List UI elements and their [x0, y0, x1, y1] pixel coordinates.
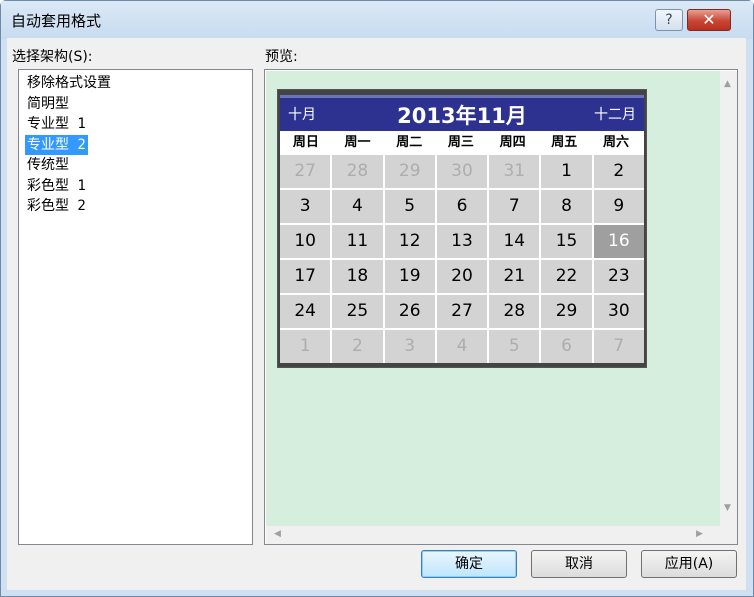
calendar-day[interactable]: 28	[489, 295, 540, 328]
close-icon: ✕	[702, 10, 716, 29]
framework-label: 选择架构(S):	[12, 49, 93, 65]
calendar-day[interactable]: 31	[489, 155, 540, 188]
calendar-day-today[interactable]: 16	[593, 225, 644, 258]
list-item[interactable]: 移除格式设置	[25, 73, 113, 94]
calendar-day[interactable]: 2	[332, 330, 383, 363]
calendar-day[interactable]: 17	[280, 260, 331, 293]
weekday-header: 周日 周一 周二 周三 周四 周五 周六	[280, 131, 644, 154]
weekday-label: 周二	[396, 135, 423, 150]
calendar-day[interactable]: 15	[541, 225, 592, 258]
help-button[interactable]: ?	[655, 9, 683, 31]
list-item[interactable]: 传统型	[25, 155, 71, 176]
calendar-day[interactable]: 12	[384, 225, 435, 258]
title-bar: 自动套用格式 ? ✕	[1, 1, 753, 39]
calendar-day[interactable]: 27	[436, 295, 488, 328]
calendar-day[interactable]: 10	[280, 225, 331, 258]
calendar-day[interactable]: 3	[280, 190, 331, 223]
calendar-day[interactable]: 25	[332, 295, 383, 328]
calendar-day[interactable]: 4	[436, 330, 488, 363]
weekday-label: 周三	[447, 135, 474, 150]
dialog-title: 自动套用格式	[11, 12, 102, 30]
calendar-day[interactable]: 1	[280, 330, 331, 363]
list-item[interactable]: 专业型 1	[25, 114, 88, 135]
calendar-day[interactable]: 30	[436, 155, 488, 188]
calendar-day[interactable]: 6	[436, 190, 488, 223]
ok-button[interactable]: 确定	[421, 550, 517, 578]
calendar-day[interactable]: 24	[280, 295, 331, 328]
calendar-title: 2013年11月	[397, 104, 527, 128]
horizontal-scrollbar[interactable]: ◀ ▶	[266, 526, 720, 544]
preview-label: 预览:	[265, 49, 298, 65]
scroll-corner	[720, 526, 737, 544]
day-grid: 27 28 29 30 31 1 2 3 4 5 6 7 8 9 10 11 12 13 14 15 16 17 18 19 2…	[280, 154, 644, 363]
list-item[interactable]: 彩色型 1	[25, 176, 88, 197]
calendar-day[interactable]: 13	[436, 225, 488, 258]
calendar-day[interactable]: 9	[593, 190, 644, 223]
list-item[interactable]: 简明型	[25, 94, 71, 115]
weekday-label: 周六	[602, 135, 629, 150]
vertical-scrollbar[interactable]: ▲ ▼	[720, 71, 737, 526]
list-item-selected[interactable]: 专业型 2	[25, 134, 88, 155]
calendar-preview: 十月 2013年11月 十二月 周日 周一 周二 周三 周四 周五 周六 27 28 29 30 3…	[277, 89, 647, 368]
calendar-day[interactable]: 1	[541, 155, 592, 188]
help-icon: ?	[665, 12, 673, 28]
calendar-day[interactable]: 6	[541, 330, 592, 363]
calendar-header: 十月 2013年11月 十二月	[280, 95, 644, 131]
calendar-day[interactable]: 29	[384, 155, 435, 188]
calendar-day[interactable]: 27	[280, 155, 331, 188]
scroll-left-icon[interactable]: ◀	[274, 529, 281, 539]
calendar-day[interactable]: 21	[489, 260, 540, 293]
calendar-day[interactable]: 29	[541, 295, 592, 328]
calendar-day[interactable]: 28	[332, 155, 383, 188]
calendar-day[interactable]: 2	[593, 155, 644, 188]
calendar-day[interactable]: 7	[593, 330, 644, 363]
scroll-right-icon[interactable]: ▶	[696, 529, 703, 539]
calendar-day[interactable]: 20	[436, 260, 488, 293]
cancel-button[interactable]: 取消	[531, 550, 627, 578]
calendar-day[interactable]: 18	[332, 260, 383, 293]
scroll-down-icon[interactable]: ▼	[724, 503, 731, 513]
calendar-day[interactable]: 22	[541, 260, 592, 293]
weekday-label: 周五	[551, 135, 578, 150]
close-button[interactable]: ✕	[687, 9, 731, 31]
calendar-day[interactable]: 4	[332, 190, 383, 223]
calendar-day[interactable]: 30	[593, 295, 644, 328]
framework-listbox[interactable]: 移除格式设置 简明型 专业型 1 专业型 2 传统型 彩色型 1 彩色型 2	[18, 69, 253, 545]
list-item[interactable]: 彩色型 2	[25, 196, 88, 217]
calendar-day[interactable]: 26	[384, 295, 435, 328]
calendar-day[interactable]: 14	[489, 225, 540, 258]
apply-button[interactable]: 应用(A)	[641, 550, 737, 578]
calendar-day[interactable]: 11	[332, 225, 383, 258]
calendar-day[interactable]: 7	[489, 190, 540, 223]
scroll-up-icon[interactable]: ▲	[724, 79, 731, 89]
calendar-day[interactable]: 23	[593, 260, 644, 293]
weekday-label: 周日	[292, 135, 319, 150]
next-month-link[interactable]: 十二月	[594, 104, 636, 124]
weekday-label: 周一	[344, 135, 371, 150]
calendar-day[interactable]: 5	[489, 330, 540, 363]
weekday-label: 周四	[499, 135, 526, 150]
calendar-day[interactable]: 19	[384, 260, 435, 293]
calendar-day[interactable]: 5	[384, 190, 435, 223]
calendar-day[interactable]: 3	[384, 330, 435, 363]
calendar-day[interactable]: 8	[541, 190, 592, 223]
